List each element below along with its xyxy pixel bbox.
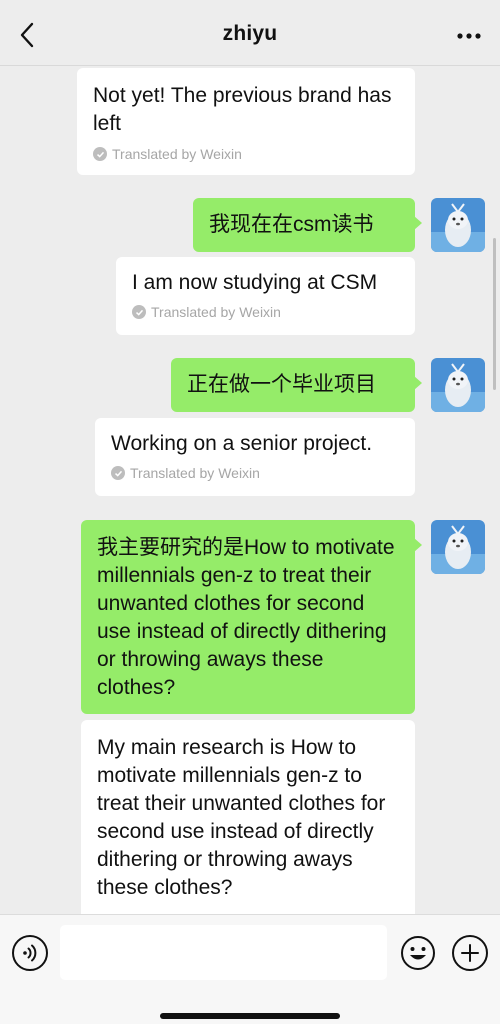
translation-label: Translated by Weixin — [130, 465, 260, 481]
chat-title: zhiyu — [222, 22, 278, 45]
more-dots-icon — [457, 33, 481, 39]
message-text: My main research is How to motivate mill… — [97, 736, 386, 899]
input-bar — [0, 914, 500, 1024]
emoji-button[interactable] — [400, 935, 436, 971]
avatar[interactable] — [431, 520, 485, 574]
avatar[interactable] — [431, 358, 485, 412]
bubble-tail — [414, 216, 422, 230]
more-button[interactable] — [452, 22, 486, 50]
translation-label: Translated by Weixin — [112, 146, 242, 162]
plus-button[interactable] — [452, 935, 488, 971]
message-bubble-received[interactable]: Working on a senior project. Translated … — [95, 418, 415, 496]
message-bubble-received[interactable]: Not yet! The previous brand has left Tra… — [77, 68, 415, 175]
translation-note: Translated by Weixin — [132, 304, 399, 320]
translation-note: Translated by Weixin — [111, 465, 399, 481]
message-bubble-received[interactable]: I am now studying at CSM Translated by W… — [116, 257, 415, 335]
message-text: I am now studying at CSM — [132, 271, 378, 294]
scrollbar[interactable] — [493, 238, 496, 390]
check-icon — [111, 466, 125, 480]
message-bubble-sent[interactable]: 我主要研究的是How to motivate millennials gen-z… — [81, 520, 422, 714]
message-bubble-received[interactable]: My main research is How to motivate mill… — [81, 720, 415, 914]
message-bubble-sent[interactable]: 我现在在csm读书 — [193, 198, 422, 252]
voice-button[interactable] — [12, 935, 48, 971]
plus-icon — [461, 944, 479, 962]
check-icon — [132, 305, 146, 319]
bubble-tail — [414, 376, 422, 390]
chat-header: zhiyu — [0, 0, 500, 66]
message-list[interactable]: Not yet! The previous brand has left Tra… — [0, 66, 500, 914]
message-text: 我现在在csm读书 — [209, 213, 374, 236]
bubble-tail — [414, 538, 422, 552]
message-input[interactable] — [60, 925, 387, 980]
emoji-icon — [401, 936, 435, 970]
message-bubble-sent[interactable]: 正在做一个毕业项目 — [171, 358, 422, 412]
message-text: 我主要研究的是How to motivate millennials gen-z… — [97, 536, 395, 699]
translation-label: Translated by Weixin — [151, 304, 281, 320]
translation-note: Translated by Weixin — [93, 146, 399, 162]
message-text: Not yet! The previous brand has left — [93, 84, 392, 135]
check-icon — [93, 147, 107, 161]
home-indicator — [160, 1013, 340, 1019]
avatar[interactable] — [431, 198, 485, 252]
voice-icon — [23, 944, 37, 962]
message-text: 正在做一个毕业项目 — [187, 373, 376, 396]
message-text: Working on a senior project. — [111, 432, 373, 455]
